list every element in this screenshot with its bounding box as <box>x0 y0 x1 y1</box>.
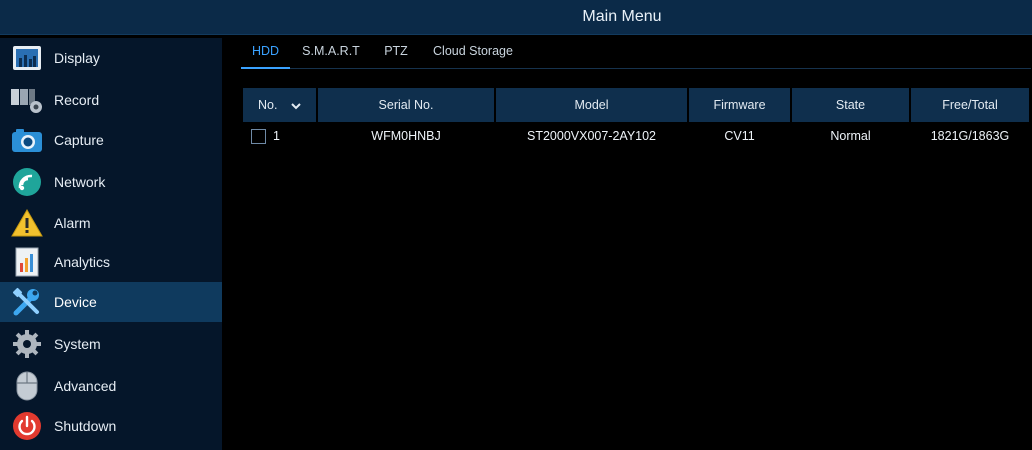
column-header-free-total: Free/Total <box>911 88 1029 122</box>
cell-serial: WFM0HNBJ <box>371 129 441 143</box>
title-bar: Main Menu <box>0 0 1032 35</box>
row-checkbox[interactable] <box>251 129 266 144</box>
sidebar-item-advanced[interactable]: Advanced <box>0 366 222 406</box>
gear-icon <box>10 327 44 361</box>
display-icon <box>10 41 44 75</box>
sidebar-item-alarm[interactable]: Alarm <box>0 203 222 243</box>
sidebar-item-record[interactable]: Record <box>0 80 222 120</box>
sidebar-item-capture[interactable]: Capture <box>0 120 222 160</box>
sidebar-item-label: Shutdown <box>54 418 117 434</box>
sidebar-item-label: Advanced <box>54 378 117 394</box>
network-icon <box>10 165 44 199</box>
sidebar-item-system[interactable]: System <box>0 324 222 364</box>
cell-model: ST2000VX007-2AY102 <box>526 129 657 143</box>
sidebar-item-analytics[interactable]: Analytics <box>0 242 222 282</box>
sidebar-item-label: System <box>54 336 101 352</box>
tab-ptz[interactable]: PTZ <box>376 38 416 67</box>
column-header-model: Model <box>496 88 687 122</box>
table-row[interactable]: 1 WFM0HNBJ ST2000VX007-2AY102 CV11 Norma… <box>243 122 1032 150</box>
power-icon <box>10 409 44 443</box>
cell-firmware: CV11 <box>724 129 755 143</box>
chevron-down-icon <box>291 89 301 123</box>
record-icon <box>10 83 44 117</box>
sidebar: Display Record Capture Network Alarm Ana… <box>0 38 222 450</box>
alarm-warning-icon <box>10 206 44 240</box>
tools-icon <box>10 285 44 319</box>
table-header-row: No. Serial No. Model Firmware State Free… <box>243 88 1032 122</box>
column-header-firmware: Firmware <box>689 88 790 122</box>
tab-smart[interactable]: S.M.A.R.T <box>296 38 366 67</box>
sidebar-item-label: Analytics <box>54 254 111 270</box>
row-number: 1 <box>273 129 280 143</box>
sidebar-item-label: Network <box>54 174 106 190</box>
hdd-table: No. Serial No. Model Firmware State Free… <box>243 88 1032 150</box>
column-header-serial: Serial No. <box>318 88 494 122</box>
sidebar-item-label: Device <box>54 294 97 310</box>
tab-hdd[interactable]: HDD <box>241 38 290 69</box>
column-header-no[interactable]: No. <box>243 88 316 122</box>
sidebar-item-display[interactable]: Display <box>0 38 222 78</box>
sidebar-item-network[interactable]: Network <box>0 162 222 202</box>
cell-free-total: 1821G/1863G <box>930 129 1010 143</box>
tab-cloud-storage[interactable]: Cloud Storage <box>426 38 520 67</box>
sidebar-item-label: Display <box>54 50 100 66</box>
tab-bar: HDD S.M.A.R.T PTZ Cloud Storage <box>241 38 1031 69</box>
analytics-icon <box>10 245 44 279</box>
column-header-label: No. <box>258 98 278 112</box>
page-title: Main Menu <box>582 8 662 25</box>
camera-icon <box>10 123 44 157</box>
sidebar-item-device[interactable]: Device <box>0 282 222 322</box>
sidebar-item-label: Alarm <box>54 215 91 231</box>
column-header-state: State <box>792 88 909 122</box>
sidebar-item-label: Record <box>54 92 100 108</box>
cell-no: 1 <box>243 122 316 150</box>
mouse-icon <box>10 369 44 403</box>
sidebar-item-shutdown[interactable]: Shutdown <box>0 406 222 446</box>
cell-state: Normal <box>830 129 871 143</box>
sidebar-item-label: Capture <box>54 132 104 148</box>
